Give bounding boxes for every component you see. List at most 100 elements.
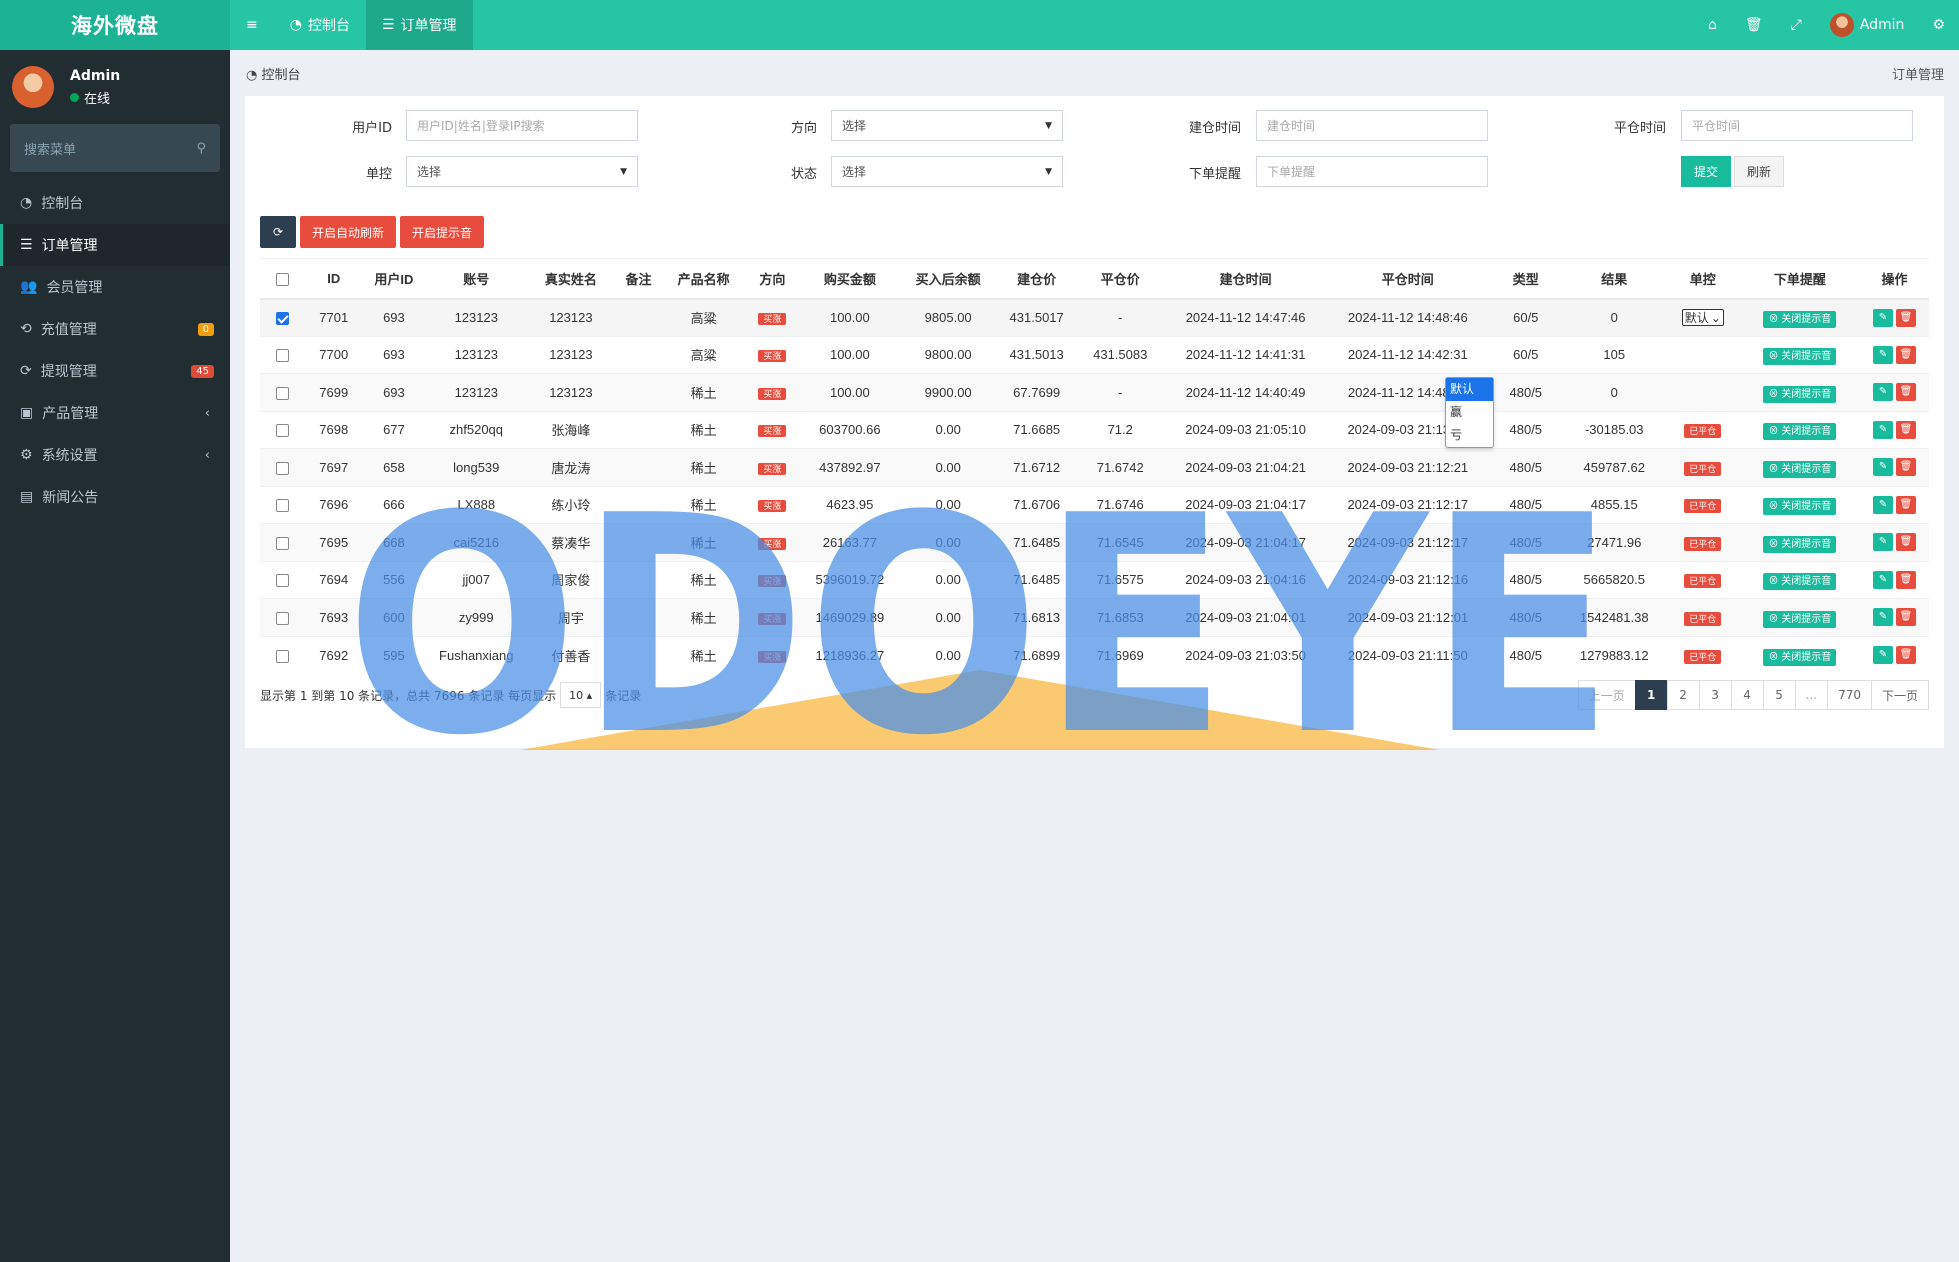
open-time-input[interactable]: 建仓时间 [1256, 110, 1488, 141]
page-button[interactable]: 3 [1698, 680, 1732, 710]
row-checkbox[interactable] [275, 386, 289, 400]
sidebar-item-1[interactable]: ☰ 订单管理 [0, 224, 230, 266]
row-checkbox[interactable] [275, 499, 289, 513]
select-all-checkbox[interactable] [260, 258, 305, 300]
column-header[interactable]: 结果 [1562, 258, 1666, 300]
table-row[interactable]: 7700 693 123123 123123 高粱 买涨 100.00 9800.00 431.… [260, 335, 1929, 374]
table-row[interactable]: 7696 666 LX888 练小玲 稀土 买涨 4623.95 0.00 71.6706 71.… [260, 485, 1929, 524]
column-header[interactable]: 备注 [613, 258, 664, 300]
tab-orders[interactable]: ☰ 订单管理 [365, 0, 473, 50]
edit-button[interactable]: ✎ [1873, 495, 1894, 514]
row-checkbox[interactable] [275, 574, 289, 588]
delete-button[interactable]: 🗑 [1896, 458, 1917, 477]
sidebar-item-0[interactable]: ◔ 控制台 [0, 182, 230, 224]
column-header[interactable]: 买入后余额 [899, 258, 998, 300]
row-checkbox-cell[interactable] [260, 410, 305, 449]
row-checkbox[interactable] [275, 611, 289, 625]
close-alert-button[interactable]: ⊗ 关闭提示音 [1763, 460, 1837, 478]
sidebar-item-6[interactable]: ⚙ 系统设置 ‹ [0, 434, 230, 476]
column-header[interactable]: ID [304, 258, 364, 300]
column-header[interactable]: 类型 [1488, 258, 1563, 300]
delete-button[interactable]: 🗑 [1896, 383, 1917, 402]
page-button[interactable]: 1 [1634, 680, 1668, 710]
menu-search-input[interactable]: 搜索菜单 ⚲ [10, 124, 220, 172]
close-alert-button[interactable]: ⊗ 关闭提示音 [1763, 348, 1837, 366]
column-header[interactable]: 平仓时间 [1326, 258, 1489, 300]
close-alert-button[interactable]: ⊗ 关闭提示音 [1763, 385, 1837, 403]
refresh-button[interactable]: ⟳ [260, 216, 296, 248]
row-checkbox-cell[interactable] [260, 560, 305, 599]
clear-cache-button[interactable]: 🗑 [1731, 0, 1777, 50]
row-checkbox[interactable] [275, 536, 289, 550]
table-row[interactable]: 7695 668 cai5216 蔡凑华 稀土 买涨 26163.77 0.00 71.6485… [260, 523, 1929, 561]
edit-button[interactable]: ✎ [1873, 345, 1894, 364]
row-checkbox-cell[interactable] [260, 523, 305, 561]
row-checkbox[interactable] [275, 461, 289, 475]
edit-button[interactable]: ✎ [1873, 420, 1894, 439]
sound-alert-button[interactable]: 开启提示音 [400, 216, 485, 248]
page-button[interactable]: ... [1794, 680, 1829, 710]
row-checkbox[interactable] [275, 312, 289, 326]
edit-button[interactable]: ✎ [1873, 458, 1894, 477]
delete-button[interactable]: 🗑 [1896, 345, 1917, 364]
column-header[interactable]: 建仓时间 [1164, 258, 1327, 300]
dropdown-option[interactable]: 亏 [1446, 424, 1493, 447]
edit-button[interactable]: ✎ [1873, 383, 1894, 402]
next-page-button[interactable]: 下一页 [1870, 680, 1929, 710]
close-alert-button[interactable]: ⊗ 关闭提示音 [1763, 535, 1837, 553]
table-row[interactable]: 7693 600 zy999 周宇 稀土 买涨 1469029.89 0.00 71.6813 7… [260, 598, 1929, 636]
close-alert-button[interactable]: ⊗ 关闭提示音 [1763, 648, 1837, 666]
direction-select[interactable]: 选择 ▼ [831, 110, 1063, 141]
control-select[interactable]: 选择 ▼ [406, 156, 638, 187]
delete-button[interactable]: 🗑 [1896, 608, 1917, 627]
auto-refresh-button[interactable]: 开启自动刷新 [300, 216, 397, 248]
edit-button[interactable]: ✎ [1873, 308, 1894, 327]
reset-button[interactable]: 刷新 [1734, 156, 1784, 187]
column-header[interactable]: 建仓价 [997, 258, 1076, 300]
tab-dashboard[interactable]: ◔ 控制台 [274, 0, 366, 50]
page-button[interactable]: 5 [1762, 680, 1796, 710]
delete-button[interactable]: 🗑 [1896, 308, 1917, 327]
sidebar-item-2[interactable]: 👥 会员管理 [0, 266, 230, 308]
sidebar-item-5[interactable]: ▣ 产品管理 ‹ [0, 392, 230, 434]
column-header[interactable]: 用户ID [363, 258, 425, 300]
row-checkbox-cell[interactable] [260, 485, 305, 524]
fullscreen-button[interactable]: ⤢ [1777, 0, 1816, 50]
delete-button[interactable]: 🗑 [1896, 570, 1917, 589]
page-size-select[interactable]: 10 ▴ [560, 682, 602, 708]
delete-button[interactable]: 🗑 [1896, 420, 1917, 439]
row-checkbox-cell[interactable] [260, 598, 305, 636]
column-header[interactable]: 产品名称 [663, 258, 745, 300]
table-row[interactable]: 7701 693 123123 123123 高粱 买涨 100.00 9805.00 431.… [260, 298, 1929, 336]
close-alert-button[interactable]: ⊗ 关闭提示音 [1763, 573, 1837, 591]
column-header[interactable]: 购买金额 [800, 258, 900, 300]
close-time-input[interactable]: 平仓时间 [1681, 110, 1913, 141]
table-row[interactable]: 7694 556 jj007 周家俊 稀土 买涨 5396019.72 0.00 71.6485… [260, 560, 1929, 599]
table-row[interactable]: 7698 677 zhf520qq 张海峰 稀土 买涨 603700.66 0.00 71.66… [260, 410, 1929, 449]
page-button[interactable]: 4 [1730, 680, 1764, 710]
cell-control[interactable]: 默认 ⌄ [1665, 298, 1740, 336]
delete-button[interactable]: 🗑 [1896, 533, 1917, 552]
app-logo[interactable]: 海外微盘 [0, 0, 230, 50]
sidebar-toggle-button[interactable]: ≡ [230, 0, 274, 50]
edit-button[interactable]: ✎ [1873, 570, 1894, 589]
edit-button[interactable]: ✎ [1873, 608, 1894, 627]
row-checkbox-cell[interactable] [260, 373, 305, 411]
table-row[interactable]: 7697 658 long539 唐龙涛 稀土 买涨 437892.97 0.00 71.671… [260, 448, 1929, 486]
row-checkbox-cell[interactable] [260, 448, 305, 486]
sidebar-item-3[interactable]: ⟲ 充值管理 0 [0, 308, 230, 350]
row-checkbox-cell[interactable] [260, 635, 305, 674]
breadcrumb-home[interactable]: ◔ 控制台 [246, 64, 301, 83]
status-select[interactable]: 选择 ▼ [831, 156, 1063, 187]
column-header[interactable]: 操作 [1860, 258, 1929, 300]
row-checkbox[interactable] [275, 424, 289, 438]
column-header[interactable]: 平仓价 [1075, 258, 1165, 300]
sidebar-item-4[interactable]: ⟳ 提现管理 45 [0, 350, 230, 392]
close-alert-button[interactable]: ⊗ 关闭提示音 [1763, 311, 1837, 328]
column-header[interactable]: 账号 [424, 258, 528, 300]
user-menu[interactable]: Admin [1816, 0, 1919, 50]
dropdown-option[interactable]: 默认 [1446, 378, 1493, 401]
order-alert-input[interactable]: 下单提醒 [1256, 156, 1488, 187]
column-header[interactable]: 单控 [1665, 258, 1740, 300]
settings-button[interactable]: ⚙ [1918, 0, 1959, 50]
